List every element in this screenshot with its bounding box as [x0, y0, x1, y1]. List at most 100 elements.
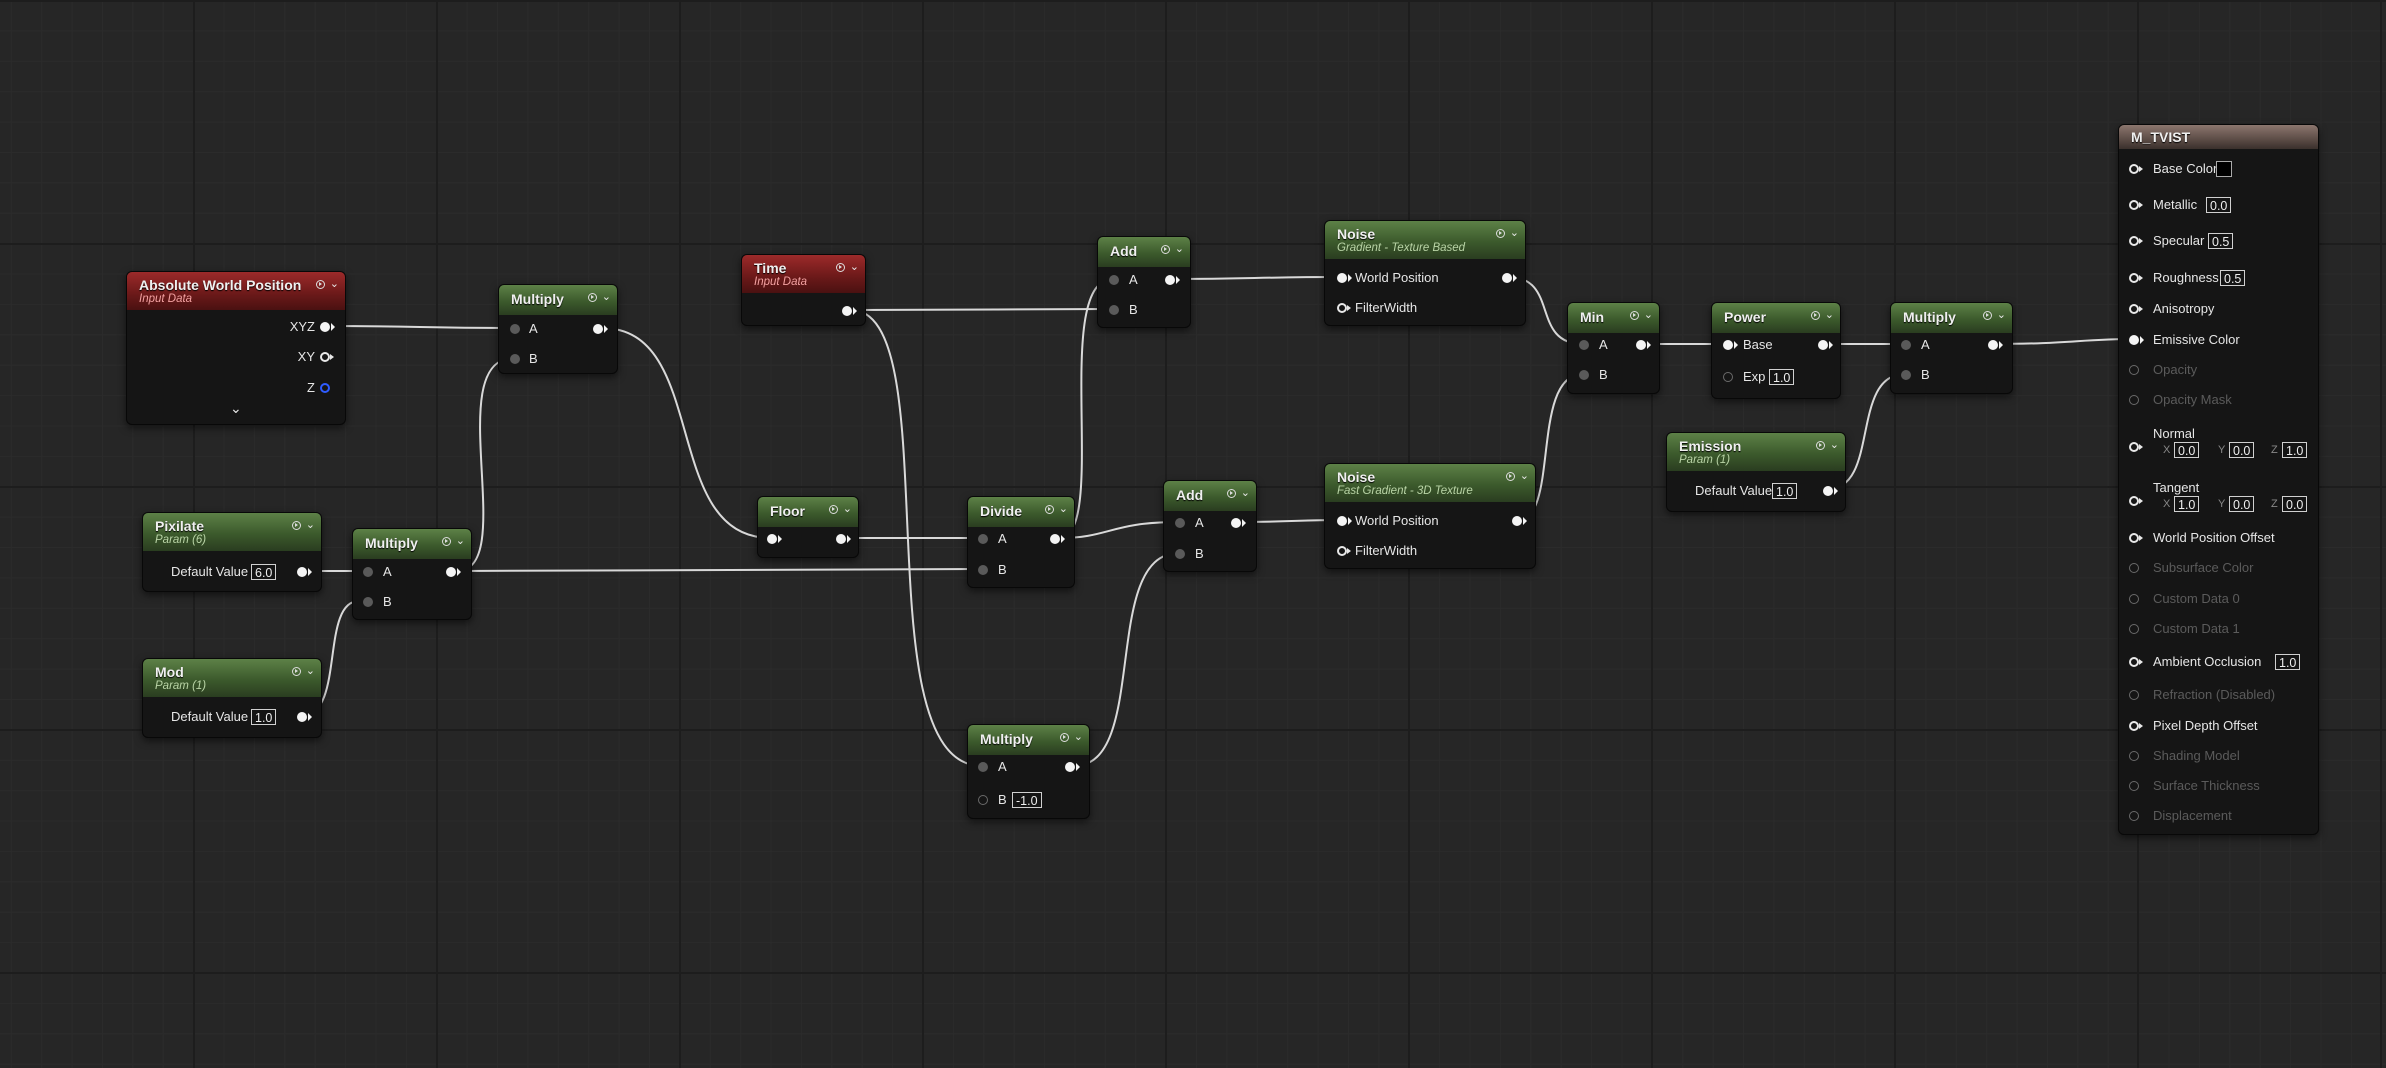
output-pin[interactable] [1988, 340, 2003, 350]
output-pin[interactable] [1818, 340, 1833, 350]
roughness-value-input[interactable]: 0.5 [2220, 270, 2246, 286]
output-pin[interactable] [836, 534, 851, 544]
input-pin-filter-width[interactable] [1337, 303, 1351, 313]
input-pin-emissive-color[interactable] [2129, 335, 2144, 345]
input-pin-a[interactable] [1109, 275, 1119, 285]
output-pin[interactable] [1823, 486, 1838, 496]
pin-tangent[interactable]: Tangent X 1.0 Y 0.0 Z 0.0 [2119, 480, 2318, 525]
chevron-down-icon[interactable]: ⌄ [1510, 228, 1519, 239]
output-pin[interactable] [297, 567, 312, 577]
node-header[interactable]: Time Input Data ⌄ [742, 255, 865, 293]
input-pin-b[interactable] [1901, 370, 1911, 380]
add-node-2[interactable]: Add ⌄ A B [1163, 480, 1257, 572]
preview-toggle-icon[interactable] [441, 536, 451, 546]
multiply-node-3[interactable]: Multiply ⌄ A B -1.0 [967, 724, 1090, 819]
input-pin[interactable] [767, 534, 782, 544]
chevron-down-icon[interactable]: ⌄ [1175, 244, 1184, 255]
node-header[interactable]: Divide ⌄ [968, 497, 1074, 527]
multiply-node-4[interactable]: Multiply ⌄ A B [1890, 302, 2013, 394]
chevron-down-icon[interactable]: ⌄ [1059, 504, 1068, 515]
input-pin-b[interactable] [1175, 549, 1185, 559]
pin-specular[interactable]: Specular 0.5 [2119, 231, 2318, 251]
node-header[interactable]: Multiply ⌄ [353, 529, 471, 559]
output-pin[interactable] [1636, 340, 1651, 350]
chevron-down-icon[interactable]: ⌄ [1074, 732, 1083, 743]
input-pin-base-color[interactable] [2129, 164, 2143, 174]
input-pin-specular[interactable] [2129, 236, 2143, 246]
tangent-z-input[interactable]: 0.0 [2282, 496, 2308, 512]
input-pin-b[interactable] [1109, 305, 1119, 315]
min-node[interactable]: Min ⌄ A B [1567, 302, 1660, 394]
node-header[interactable]: Add ⌄ [1098, 237, 1190, 267]
input-pin-normal[interactable] [2129, 442, 2143, 452]
node-header[interactable]: Mod Param (1) ⌄ [143, 659, 321, 697]
ambient-occlusion-value-input[interactable]: 1.0 [2275, 654, 2301, 670]
preview-toggle-icon[interactable] [1815, 440, 1825, 450]
output-pin[interactable] [1512, 516, 1527, 526]
input-pin-base[interactable] [1723, 340, 1738, 350]
node-header[interactable]: Multiply ⌄ [499, 285, 617, 315]
pin-emissive-color[interactable]: Emissive Color [2119, 330, 2318, 350]
multiply-node-2[interactable]: Multiply ⌄ A B [352, 528, 472, 620]
preview-toggle-icon[interactable] [291, 520, 301, 530]
input-pin-a[interactable] [1901, 340, 1911, 350]
node-header[interactable]: Floor ⌄ [758, 497, 858, 527]
normal-z-input[interactable]: 1.0 [2282, 442, 2308, 458]
preview-toggle-icon[interactable] [1505, 471, 1515, 481]
chevron-down-icon[interactable]: ⌄ [456, 536, 465, 547]
base-color-swatch[interactable] [2216, 161, 2232, 177]
output-pin-z[interactable] [320, 383, 330, 393]
input-pin-b[interactable] [978, 795, 988, 805]
input-pin-metallic[interactable] [2129, 200, 2143, 210]
output-pin-xy[interactable] [320, 352, 334, 362]
tangent-y-input[interactable]: 0.0 [2229, 496, 2255, 512]
node-header[interactable]: Emission Param (1) ⌄ [1667, 433, 1845, 471]
node-header[interactable]: M_TVIST [2119, 125, 2318, 149]
node-header[interactable]: Multiply ⌄ [1891, 303, 2012, 333]
preview-toggle-icon[interactable] [1226, 488, 1236, 498]
node-header[interactable]: Power ⌄ [1712, 303, 1840, 333]
input-pin-b[interactable] [1579, 370, 1589, 380]
input-pin-world-position-offset[interactable] [2129, 533, 2143, 543]
expand-chevron-icon[interactable]: ⌄ [230, 401, 242, 415]
node-header[interactable]: Add ⌄ [1164, 481, 1256, 511]
input-pin-exp[interactable] [1723, 372, 1733, 382]
divide-node[interactable]: Divide ⌄ A B [967, 496, 1075, 588]
preview-toggle-icon[interactable] [1982, 310, 1992, 320]
output-pin-xyz[interactable] [320, 322, 335, 332]
chevron-down-icon[interactable]: ⌄ [330, 279, 339, 290]
chevron-down-icon[interactable]: ⌄ [850, 262, 859, 273]
input-pin-a[interactable] [978, 762, 988, 772]
pixilate-param-node[interactable]: Pixilate Param (6) ⌄ Default Value 6.0 [142, 512, 322, 592]
input-pin-filter-width[interactable] [1337, 546, 1351, 556]
input-pin-a[interactable] [510, 324, 520, 334]
emission-param-node[interactable]: Emission Param (1) ⌄ Default Value 1.0 [1666, 432, 1846, 512]
tangent-x-input[interactable]: 1.0 [2174, 496, 2200, 512]
output-pin[interactable] [1502, 273, 1517, 283]
chevron-down-icon[interactable]: ⌄ [1825, 310, 1834, 321]
pin-metallic[interactable]: Metallic 0.0 [2119, 195, 2318, 215]
pin-base-color[interactable]: Base Color [2119, 159, 2318, 179]
preview-toggle-icon[interactable] [1495, 228, 1505, 238]
node-header[interactable]: Pixilate Param (6) ⌄ [143, 513, 321, 551]
output-pin[interactable] [446, 567, 461, 577]
material-output-node[interactable]: M_TVIST Base Color Metallic 0.0 Specular… [2118, 124, 2319, 835]
preview-toggle-icon[interactable] [1044, 504, 1054, 514]
normal-y-input[interactable]: 0.0 [2229, 442, 2255, 458]
chevron-down-icon[interactable]: ⌄ [306, 520, 315, 531]
chevron-down-icon[interactable]: ⌄ [602, 292, 611, 303]
input-pin-b[interactable] [978, 565, 988, 575]
input-pin-world-position[interactable] [1337, 516, 1352, 526]
mod-param-node[interactable]: Mod Param (1) ⌄ Default Value 1.0 [142, 658, 322, 738]
input-pin-a[interactable] [363, 567, 373, 577]
noise-node-1[interactable]: Noise Gradient - Texture Based ⌄ World P… [1324, 220, 1526, 326]
specular-value-input[interactable]: 0.5 [2208, 233, 2234, 249]
pin-ambient-occlusion[interactable]: Ambient Occlusion 1.0 [2119, 652, 2318, 672]
pin-world-position-offset[interactable]: World Position Offset [2119, 528, 2318, 548]
preview-toggle-icon[interactable] [1160, 244, 1170, 254]
chevron-down-icon[interactable]: ⌄ [1644, 310, 1653, 321]
preview-toggle-icon[interactable] [835, 262, 845, 272]
normal-x-input[interactable]: 0.0 [2174, 442, 2200, 458]
node-header[interactable]: Noise Gradient - Texture Based ⌄ [1325, 221, 1525, 259]
node-header[interactable]: Min ⌄ [1568, 303, 1659, 333]
